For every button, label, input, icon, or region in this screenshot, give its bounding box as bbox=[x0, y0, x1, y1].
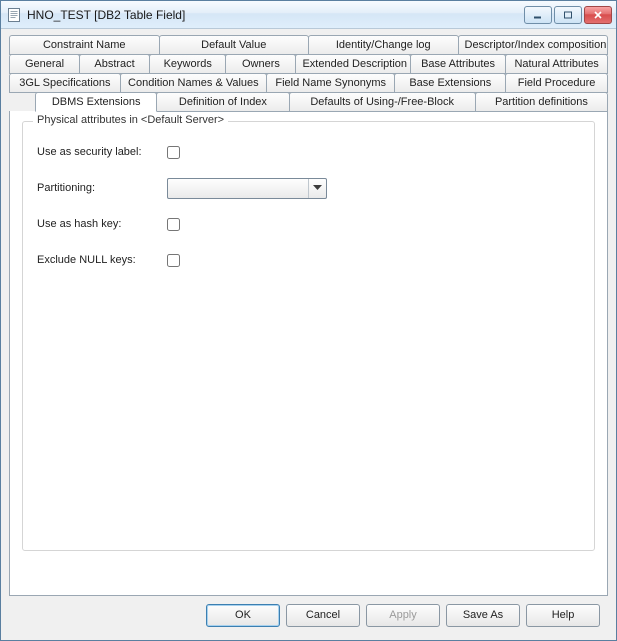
tab-row-1: Constraint Name Default Value Identity/C… bbox=[9, 35, 608, 55]
group-title: Physical attributes in <Default Server> bbox=[33, 114, 228, 126]
label-partitioning: Partitioning: bbox=[37, 182, 167, 194]
row-security-label: Use as security label: bbox=[37, 142, 580, 162]
maximize-button[interactable] bbox=[554, 6, 582, 24]
tab-identity-change-log[interactable]: Identity/Change log bbox=[308, 35, 459, 55]
tab-dbms-extensions[interactable]: DBMS Extensions bbox=[35, 92, 157, 112]
cancel-button[interactable]: Cancel bbox=[286, 604, 360, 627]
save-as-button[interactable]: Save As bbox=[446, 604, 520, 627]
row-exclude-null: Exclude NULL keys: bbox=[37, 250, 580, 270]
tab-field-procedure[interactable]: Field Procedure bbox=[505, 73, 608, 93]
row-hash-key: Use as hash key: bbox=[37, 214, 580, 234]
row-partitioning: Partitioning: bbox=[37, 178, 580, 198]
tab-default-value[interactable]: Default Value bbox=[159, 35, 310, 55]
tab-natural-attributes[interactable]: Natural Attributes bbox=[505, 54, 608, 74]
tab-row-3: 3GL Specifications Condition Names & Val… bbox=[9, 73, 608, 93]
checkbox-hash-key[interactable] bbox=[167, 218, 180, 231]
tab-partition-definitions[interactable]: Partition definitions bbox=[475, 92, 608, 112]
tab-definition-of-index[interactable]: Definition of Index bbox=[156, 92, 289, 112]
tab-abstract[interactable]: Abstract bbox=[79, 54, 150, 74]
tab-field-name-synonyms[interactable]: Field Name Synonyms bbox=[266, 73, 395, 93]
checkbox-exclude-null[interactable] bbox=[167, 254, 180, 267]
label-security-label: Use as security label: bbox=[37, 146, 167, 158]
tab-panel: Physical attributes in <Default Server> … bbox=[9, 111, 608, 596]
minimize-button[interactable] bbox=[524, 6, 552, 24]
tab-keywords[interactable]: Keywords bbox=[149, 54, 226, 74]
tab-general[interactable]: General bbox=[9, 54, 80, 74]
tab-owners[interactable]: Owners bbox=[225, 54, 296, 74]
tab-descriptor-index-composition[interactable]: Descriptor/Index composition bbox=[458, 35, 609, 55]
tab-3gl-specifications[interactable]: 3GL Specifications bbox=[9, 73, 121, 93]
tab-strip: Constraint Name Default Value Identity/C… bbox=[7, 35, 610, 111]
combo-partitioning[interactable] bbox=[167, 178, 327, 199]
label-exclude-null: Exclude NULL keys: bbox=[37, 254, 167, 266]
window-buttons bbox=[524, 6, 612, 24]
tab-row-4: DBMS Extensions Definition of Index Defa… bbox=[9, 92, 608, 112]
titlebar[interactable]: HNO_TEST [DB2 Table Field] bbox=[1, 1, 616, 29]
ok-button[interactable]: OK bbox=[206, 604, 280, 627]
close-button[interactable] bbox=[584, 6, 612, 24]
tab-extended-description[interactable]: Extended Description bbox=[295, 54, 410, 74]
tab-condition-names-values[interactable]: Condition Names & Values bbox=[120, 73, 267, 93]
physical-attributes-group: Physical attributes in <Default Server> … bbox=[22, 121, 595, 551]
client-area: Constraint Name Default Value Identity/C… bbox=[1, 29, 616, 640]
label-hash-key: Use as hash key: bbox=[37, 218, 167, 230]
apply-button[interactable]: Apply bbox=[366, 604, 440, 627]
checkbox-security-label[interactable] bbox=[167, 146, 180, 159]
tab-base-attributes[interactable]: Base Attributes bbox=[410, 54, 506, 74]
tab-constraint-name[interactable]: Constraint Name bbox=[9, 35, 160, 55]
tab-base-extensions[interactable]: Base Extensions bbox=[394, 73, 506, 93]
help-button[interactable]: Help bbox=[526, 604, 600, 627]
tab-row-2: General Abstract Keywords Owners Extende… bbox=[9, 54, 608, 74]
tab-defaults-using-free-block[interactable]: Defaults of Using-/Free-Block bbox=[289, 92, 476, 112]
dialog-window: HNO_TEST [DB2 Table Field] Constraint Na… bbox=[0, 0, 617, 641]
window-title: HNO_TEST [DB2 Table Field] bbox=[27, 8, 518, 22]
chevron-down-icon bbox=[308, 179, 326, 198]
document-icon bbox=[7, 7, 21, 23]
button-bar: OK Cancel Apply Save As Help bbox=[7, 596, 610, 634]
